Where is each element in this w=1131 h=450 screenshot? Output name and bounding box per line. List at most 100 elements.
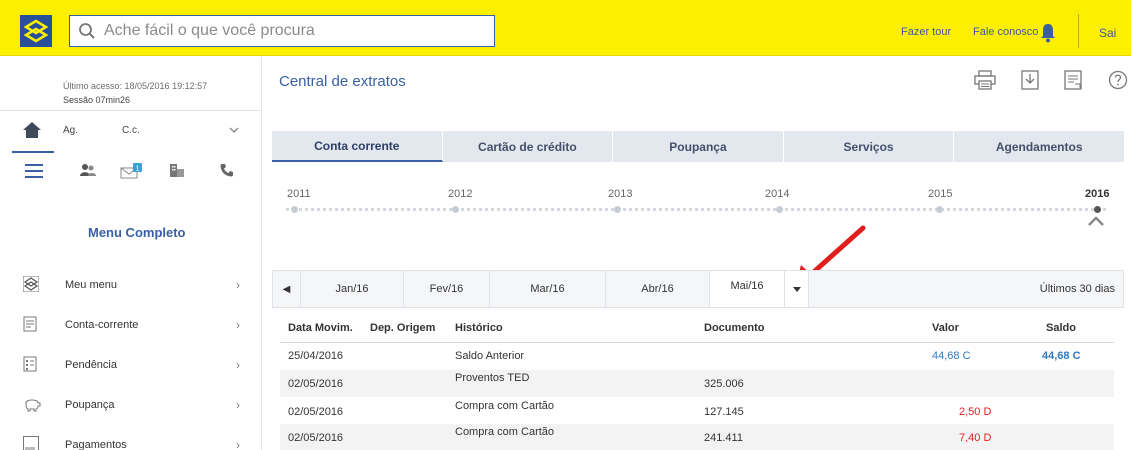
col-value: Valor xyxy=(932,322,959,334)
row-value: 7,40 D xyxy=(959,432,992,444)
chevron-down-icon[interactable] xyxy=(229,125,239,136)
col-origin: Dep. Origem xyxy=(370,322,436,334)
row-document: 127.145 xyxy=(704,406,744,418)
tab-agendamentos[interactable]: Agendamentos xyxy=(954,131,1124,162)
col-document: Documento xyxy=(704,322,765,334)
menu-item-label: Meu menu xyxy=(65,279,117,291)
month-mar[interactable]: Mar/16 xyxy=(490,271,606,307)
year-2014[interactable]: 2014 xyxy=(765,188,789,200)
statement-table-header: Data Movim. Dep. Origem Histórico Docume… xyxy=(280,317,1114,343)
menu-item-pagamentos[interactable]: Pagamentos › xyxy=(0,426,262,450)
checklist-icon xyxy=(23,356,41,374)
month-selector: ◀ Jan/16 Fev/16 Mar/16 Abr/16 Mai/16 Últ… xyxy=(272,270,1124,308)
month-jan[interactable]: Jan/16 xyxy=(301,271,404,307)
barcode-icon xyxy=(23,436,41,450)
month-abr[interactable]: Abr/16 xyxy=(606,271,710,307)
tab-servicos[interactable]: Serviços xyxy=(783,131,955,162)
last-access-text: Último acesso: 18/05/2016 19:12:57 xyxy=(63,81,208,91)
contact-link[interactable]: Fale conosco xyxy=(973,26,1038,38)
previous-arrow-icon[interactable]: ◀ xyxy=(273,271,301,307)
tour-link[interactable]: Fazer tour xyxy=(901,26,951,38)
menu-item-pendencia[interactable]: Pendência › xyxy=(0,346,262,386)
building-icon[interactable] xyxy=(170,163,184,180)
report-icon[interactable] xyxy=(1064,70,1082,93)
table-row: 02/05/2016 Compra com Cartão 127.145 2,5… xyxy=(280,398,1114,423)
row-history: Compra com Cartão xyxy=(455,426,555,438)
month-dropdown-button[interactable] xyxy=(785,271,809,307)
chevron-up-icon[interactable] xyxy=(1087,214,1105,232)
top-bar: Fazer tour Fale conosco Sai xyxy=(0,0,1131,56)
row-value: 44,68 C xyxy=(932,350,971,362)
session-info: Último acesso: 18/05/2016 19:12:57 Sessã… xyxy=(63,79,207,107)
year-dot-selected[interactable] xyxy=(1094,206,1101,213)
menu-item-label: Conta-corrente xyxy=(65,319,139,331)
phone-icon[interactable] xyxy=(220,163,234,180)
row-date: 02/05/2016 xyxy=(288,406,344,418)
menu-item-meu-menu[interactable]: Meu menu › xyxy=(0,266,262,306)
year-2015[interactable]: 2015 xyxy=(928,188,952,200)
search-box[interactable] xyxy=(69,15,495,47)
menu-item-poupanca[interactable]: Poupança › xyxy=(0,386,262,426)
tab-cartao-credito[interactable]: Cartão de crédito xyxy=(442,131,614,162)
table-row: 02/05/2016 Compra com Cartão 241.411 7,4… xyxy=(280,424,1114,450)
tab-conta-corrente[interactable]: Conta corrente xyxy=(272,131,443,162)
users-icon[interactable] xyxy=(80,163,96,180)
mail-icon[interactable]: 1 xyxy=(120,163,142,182)
session-time-text: Sessão 07min26 xyxy=(63,95,131,105)
menu-item-conta-corrente[interactable]: Conta-corrente › xyxy=(0,306,262,346)
logout-link[interactable]: Sai xyxy=(1099,26,1116,40)
row-date: 02/05/2016 xyxy=(288,378,344,390)
year-2013[interactable]: 2013 xyxy=(608,188,632,200)
year-dot[interactable] xyxy=(776,206,783,213)
hamburger-menu-icon[interactable] xyxy=(25,163,43,182)
year-2011[interactable]: 2011 xyxy=(287,188,311,200)
menu-item-label: Pagamentos xyxy=(65,439,127,450)
page-title: Central de extratos xyxy=(279,73,406,90)
year-dot[interactable] xyxy=(452,206,459,213)
full-menu-title[interactable]: Menu Completo xyxy=(88,225,186,240)
timeline-track xyxy=(286,208,1106,211)
tab-poupanca[interactable]: Poupança xyxy=(613,131,784,162)
table-row: 25/04/2016 Saldo Anterior 44,68 C 44,68 … xyxy=(280,345,1114,367)
year-2016-selected[interactable]: 2016 xyxy=(1085,188,1109,200)
chevron-right-icon: › xyxy=(236,278,240,292)
bb-logo-icon xyxy=(22,275,41,294)
col-history: Histórico xyxy=(455,322,503,334)
month-fev[interactable]: Fev/16 xyxy=(404,271,490,307)
download-icon[interactable] xyxy=(1021,70,1039,93)
quick-icons-row: 1 xyxy=(0,153,262,197)
document-icon xyxy=(23,316,41,334)
year-2012[interactable]: 2012 xyxy=(448,188,472,200)
chevron-right-icon: › xyxy=(236,318,240,332)
row-history: Proventos TED xyxy=(455,372,530,384)
left-sidebar: Último acesso: 18/05/2016 19:12:57 Sessã… xyxy=(0,57,262,450)
piggy-bank-icon xyxy=(23,396,41,414)
row-document: 325.006 xyxy=(704,378,744,390)
row-date: 02/05/2016 xyxy=(288,432,344,444)
help-icon[interactable] xyxy=(1108,70,1128,93)
bell-icon[interactable] xyxy=(1039,23,1057,43)
bb-logo-icon[interactable] xyxy=(20,15,52,47)
menu-item-label: Pendência xyxy=(65,359,117,371)
year-timeline: 2011 2012 2013 2014 2015 2016 xyxy=(272,188,1124,238)
account-selector[interactable]: Ag. C.c. xyxy=(0,110,262,153)
agency-label: Ag. xyxy=(63,125,79,136)
statement-tabs: Conta corrente Cartão de crédito Poupanç… xyxy=(272,131,1124,162)
year-dot[interactable] xyxy=(614,206,621,213)
row-date: 25/04/2016 xyxy=(288,350,344,362)
chevron-right-icon: › xyxy=(236,398,240,412)
menu-item-label: Poupança xyxy=(65,399,115,411)
last-30-days-link[interactable]: Últimos 30 dias xyxy=(1040,283,1115,295)
mail-badge-count: 1 xyxy=(136,166,140,173)
row-document: 241.411 xyxy=(704,432,743,444)
print-icon[interactable] xyxy=(974,70,996,93)
account-label: C.c. xyxy=(122,125,140,136)
year-dot[interactable] xyxy=(936,206,943,213)
month-mai-selected[interactable]: Mai/16 xyxy=(710,271,785,307)
year-dot[interactable] xyxy=(291,206,298,213)
row-balance: 44,68 C xyxy=(1042,350,1081,362)
row-history: Compra com Cartão xyxy=(455,400,555,412)
search-input[interactable] xyxy=(104,22,484,40)
row-value: 2,50 D xyxy=(959,406,992,418)
home-icon[interactable] xyxy=(22,121,42,142)
